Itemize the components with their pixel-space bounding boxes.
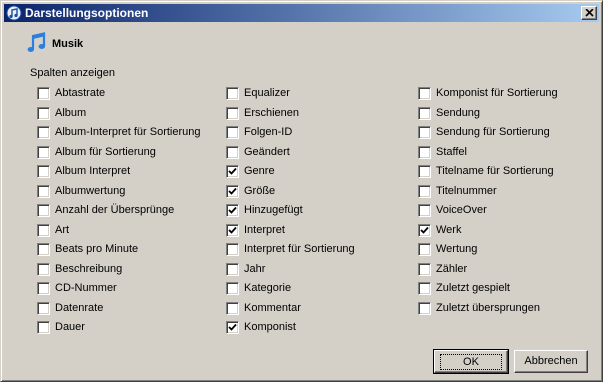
checkmark-icon <box>228 206 237 214</box>
checkbox-label: Album-Interpret für Sortierung <box>55 126 201 138</box>
checkmark-icon <box>228 226 237 234</box>
checkbox-label: Hinzugefügt <box>244 204 303 216</box>
checkbox[interactable] <box>418 106 431 120</box>
music-note-icon <box>27 32 47 54</box>
ok-button[interactable]: OK <box>433 349 509 374</box>
checkbox[interactable] <box>418 184 431 198</box>
checkbox-label: Zuletzt übersprungen <box>436 301 540 314</box>
checkbox-label: Komponist für Sortierung <box>436 87 558 99</box>
checkmark-icon <box>228 167 237 175</box>
checkbox-label: Titelnummer <box>436 184 497 197</box>
checkbox-label: Zuletzt gespielt <box>436 282 510 294</box>
itunes-icon <box>6 5 22 21</box>
checkbox[interactable] <box>418 126 431 139</box>
checkbox-label: Geändert <box>244 145 290 158</box>
checkbox[interactable] <box>37 126 50 139</box>
checkbox[interactable] <box>418 165 431 178</box>
checkbox-label: Sendung <box>436 106 481 119</box>
checkbox[interactable] <box>37 106 50 120</box>
checkbox[interactable] <box>37 301 50 315</box>
checkbox-label: Dauer <box>55 321 85 333</box>
checkbox[interactable] <box>37 165 50 178</box>
checkbox-label: Beschreibung <box>55 262 123 275</box>
checkbox-label: Datenrate <box>55 301 104 314</box>
checkbox[interactable] <box>226 321 239 334</box>
columns-group-label: Spalten anzeigen <box>30 67 116 79</box>
checkbox-label: Kommentar <box>244 301 301 314</box>
checkbox[interactable] <box>418 301 431 315</box>
checkbox[interactable] <box>418 204 431 217</box>
checkbox[interactable] <box>226 301 239 315</box>
checkmark-icon <box>228 187 237 195</box>
close-icon <box>585 9 594 17</box>
checkbox[interactable] <box>226 243 239 256</box>
checkbox-label: Wertung <box>436 243 478 255</box>
checkbox-label: Jahr <box>244 262 266 275</box>
checkbox[interactable] <box>226 106 239 120</box>
checkbox-label: Staffel <box>436 145 467 158</box>
checkbox[interactable] <box>226 145 239 159</box>
checkbox[interactable] <box>37 262 50 276</box>
checkbox-label: Album Interpret <box>55 165 131 177</box>
cancel-button[interactable]: Abbrechen <box>514 350 588 373</box>
checkbox-label: VoiceOver <box>436 204 487 216</box>
checkbox-label: Sendung für Sortierung <box>436 126 550 138</box>
checkbox-label: Titelname für Sortierung <box>436 165 554 177</box>
section-title: Musik <box>52 38 84 50</box>
checkbox[interactable] <box>418 282 431 295</box>
checkbox[interactable] <box>226 165 239 178</box>
checkbox[interactable] <box>37 87 50 100</box>
checkbox-label: Album für Sortierung <box>55 145 156 158</box>
checkbox[interactable] <box>226 282 239 295</box>
checkbox-label: Zähler <box>436 262 468 275</box>
checkbox-label: Album <box>55 106 87 119</box>
checkbox-label: Anzahl der Übersprünge <box>55 204 175 216</box>
close-button[interactable] <box>581 6 597 20</box>
checkbox-label: Abtastrate <box>55 87 106 99</box>
checkbox[interactable] <box>418 243 431 256</box>
checkbox[interactable] <box>37 321 50 334</box>
checkbox[interactable] <box>37 243 50 256</box>
checkbox[interactable] <box>418 145 431 159</box>
checkbox-label: CD-Nummer <box>55 282 117 294</box>
window-title: Darstellungsoptionen <box>25 6 149 20</box>
checkbox-label: Albumwertung <box>55 184 126 197</box>
checkbox-label: Interpret <box>244 223 285 236</box>
checkbox[interactable] <box>418 223 431 237</box>
checkbox[interactable] <box>226 262 239 276</box>
checkbox[interactable] <box>226 223 239 237</box>
checkbox-label: Größe <box>244 184 276 197</box>
ok-button-label: OK <box>440 354 502 370</box>
checkbox-label: Beats pro Minute <box>55 243 139 255</box>
checkbox[interactable] <box>418 87 431 100</box>
checkbox[interactable] <box>226 87 239 100</box>
checkbox-label: Interpret für Sortierung <box>244 243 355 255</box>
checkbox[interactable] <box>37 282 50 295</box>
checkmark-icon <box>420 226 429 234</box>
checkbox[interactable] <box>37 204 50 217</box>
checkbox-label: Folgen-ID <box>244 126 293 138</box>
checkbox-label: Equalizer <box>244 87 290 99</box>
checkbox[interactable] <box>37 145 50 159</box>
checkbox[interactable] <box>37 223 50 237</box>
title-bar[interactable]: Darstellungsoptionen <box>4 4 599 22</box>
checkbox-label: Werk <box>436 223 462 236</box>
checkbox[interactable] <box>226 204 239 217</box>
checkbox-label: Komponist <box>244 321 296 333</box>
checkbox-label: Art <box>55 223 70 236</box>
checkbox[interactable] <box>226 126 239 139</box>
checkmark-icon <box>228 323 237 331</box>
checkbox-label: Erschienen <box>244 106 300 119</box>
checkbox[interactable] <box>37 184 50 198</box>
options-dialog: Darstellungsoptionen Musik Spalten anzei… <box>0 0 603 382</box>
checkbox-label: Genre <box>244 165 275 177</box>
checkbox[interactable] <box>418 262 431 276</box>
checkbox-label: Kategorie <box>244 282 292 294</box>
checkbox[interactable] <box>226 184 239 198</box>
cancel-button-label: Abbrechen <box>524 355 578 367</box>
